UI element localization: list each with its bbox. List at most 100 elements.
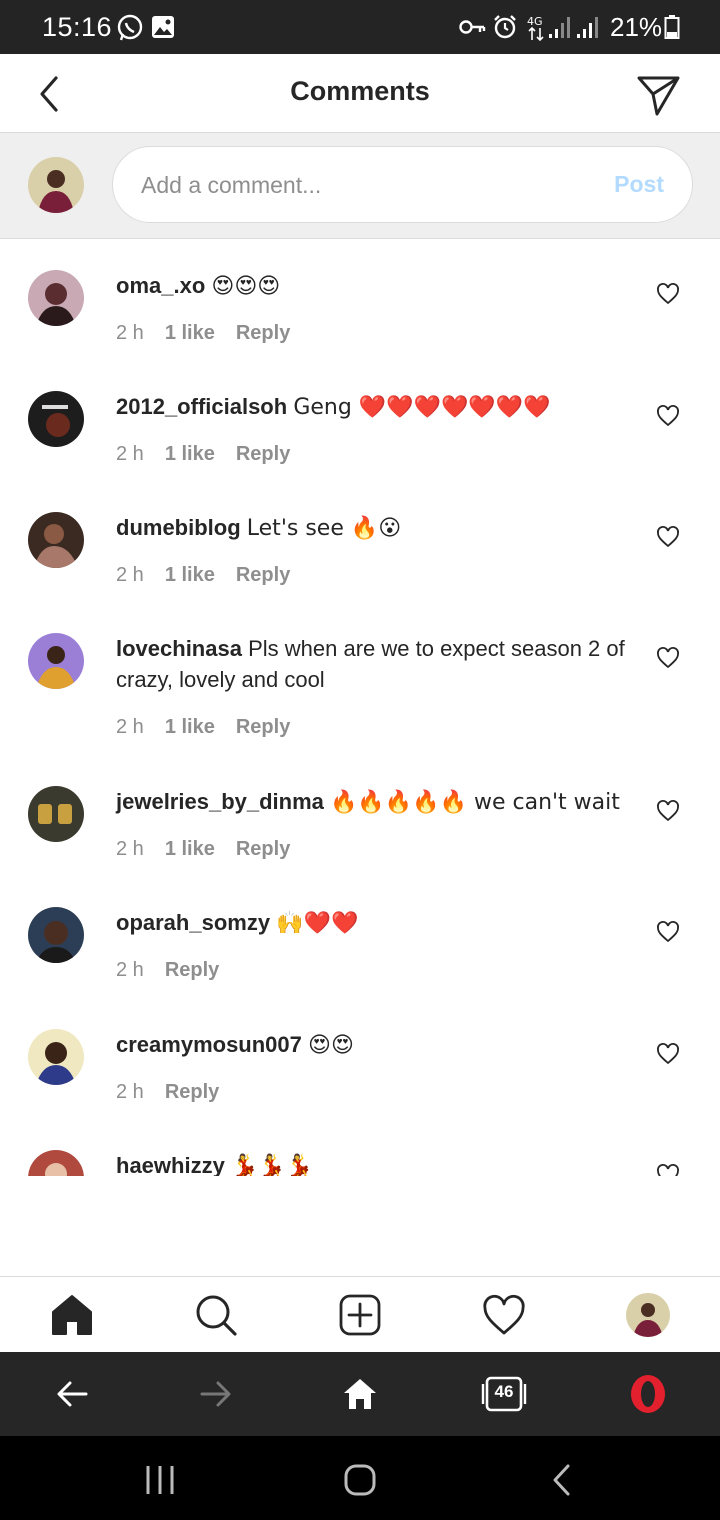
comment-username[interactable]: creamymosun007 (116, 1032, 302, 1057)
like-heart-icon[interactable] (656, 920, 680, 944)
browser-back-icon[interactable] (50, 1372, 94, 1416)
comment-field[interactable]: Post (112, 146, 693, 223)
page-title: Comments (290, 76, 430, 106)
comment-avatar[interactable] (28, 270, 84, 326)
comment-avatar[interactable] (28, 391, 84, 447)
system-home-icon[interactable] (340, 1460, 380, 1500)
comment-likes[interactable]: 1 like (165, 838, 215, 861)
comment-age: 2 h (116, 716, 144, 738)
comment-meta: 2 h 1 like Reply (116, 716, 290, 739)
comment-meta: 2 h Reply (116, 959, 219, 982)
comment-input[interactable] (141, 167, 571, 203)
reply-button[interactable]: Reply (236, 838, 290, 861)
tabs-count: 46 (494, 1382, 514, 1401)
browser-toolbar: 46 (0, 1352, 720, 1436)
comment-avatar[interactable] (28, 786, 84, 842)
alarm-icon (494, 15, 516, 39)
browser-home-icon[interactable] (338, 1372, 382, 1416)
profile-avatar[interactable] (626, 1293, 670, 1337)
comment-age: 2 h (116, 322, 144, 344)
opera-menu-icon[interactable] (626, 1372, 670, 1416)
comment-body: oma_.xo 😍😍😍 (116, 270, 636, 302)
comment-username[interactable]: 2012_officialsoh (116, 394, 287, 419)
comment-age: 2 h (116, 959, 144, 981)
status-time: 15:16 (42, 12, 113, 42)
comment-meta: 2 h 1 like Reply (116, 838, 290, 861)
status-bar: 15:16 4G 21% (0, 0, 720, 54)
comment-text: Let's see 🔥😮 (246, 516, 402, 541)
svg-text:4G: 4G (527, 15, 543, 28)
activity-heart-icon[interactable] (482, 1293, 526, 1337)
like-heart-icon[interactable] (656, 799, 680, 823)
like-heart-icon[interactable] (656, 1163, 680, 1176)
comment-text: Geng ❤️❤️❤️❤️❤️❤️❤️ (293, 395, 551, 420)
whatsapp-icon (117, 14, 143, 41)
comment-meta: 2 h 1 like Reply (116, 564, 290, 587)
comment-text: 🔥🔥🔥🔥🔥 we can't wait (330, 790, 620, 815)
comment-username[interactable]: haewhizzy (116, 1153, 225, 1176)
reply-button[interactable]: Reply (236, 322, 290, 345)
comment-body: haewhizzy 💃💃💃 (116, 1150, 636, 1176)
comment-username[interactable]: oma_.xo (116, 273, 205, 298)
comments-list[interactable]: oma_.xo 😍😍😍 2 h 1 like Reply 2012_offici… (0, 240, 720, 1176)
comment-likes[interactable]: 1 like (165, 564, 215, 587)
signal-icon-2 (577, 17, 598, 38)
comment-meta: 2 h Reply (116, 1081, 219, 1104)
comment-username[interactable]: lovechinasa (116, 636, 242, 661)
comment-age: 2 h (116, 1081, 144, 1103)
comment-composer: Post (0, 133, 720, 239)
comment-text: 🙌❤️❤️ (276, 911, 359, 936)
own-avatar[interactable] (28, 157, 84, 213)
bottom-tab-bar (0, 1276, 720, 1352)
like-heart-icon[interactable] (656, 404, 680, 428)
signal-icon (549, 17, 570, 38)
comment-age: 2 h (116, 443, 144, 465)
4g-icon: 4G (527, 15, 544, 42)
battery-percent: 21% (610, 12, 663, 42)
comments-header: Comments (0, 54, 720, 133)
comment-meta: 2 h 1 like Reply (116, 443, 290, 466)
recent-apps-icon[interactable] (140, 1460, 180, 1500)
comment-username[interactable]: oparah_somzy (116, 910, 270, 935)
post-button[interactable]: Post (614, 171, 664, 198)
comment-body: lovechinasa Pls when are we to expect se… (116, 633, 636, 695)
reply-button[interactable]: Reply (236, 564, 290, 587)
like-heart-icon[interactable] (656, 525, 680, 549)
battery-icon (664, 15, 680, 39)
like-heart-icon[interactable] (656, 646, 680, 670)
new-post-icon[interactable] (338, 1293, 382, 1337)
browser-forward-icon[interactable] (194, 1372, 238, 1416)
like-heart-icon[interactable] (656, 1042, 680, 1066)
home-icon[interactable] (50, 1293, 94, 1337)
comment-age: 2 h (116, 564, 144, 586)
send-direct-icon[interactable] (634, 70, 682, 118)
comment-likes[interactable]: 1 like (165, 716, 215, 739)
comment-body: dumebiblog Let's see 🔥😮 (116, 512, 636, 544)
comment-likes[interactable]: 1 like (165, 443, 215, 466)
tabs-button[interactable]: 46 (481, 1372, 527, 1416)
like-heart-icon[interactable] (656, 282, 680, 306)
comment-body: creamymosun007 😍😍 (116, 1029, 636, 1061)
reply-button[interactable]: Reply (165, 959, 219, 982)
search-icon[interactable] (194, 1293, 238, 1337)
comment-avatar[interactable] (28, 1029, 84, 1085)
system-back-icon[interactable] (542, 1460, 582, 1500)
comment-avatar[interactable] (28, 512, 84, 568)
comment-avatar[interactable] (28, 633, 84, 689)
comment-body: oparah_somzy 🙌❤️❤️ (116, 907, 636, 939)
reply-button[interactable]: Reply (165, 1081, 219, 1104)
vpn-key-icon (459, 20, 486, 34)
comment-avatar[interactable] (28, 907, 84, 963)
comment-likes[interactable]: 1 like (165, 322, 215, 345)
comment-body: 2012_officialsoh Geng ❤️❤️❤️❤️❤️❤️❤️ (116, 391, 636, 423)
comment-text: 😍😍😍 (211, 274, 281, 299)
comment-username[interactable]: dumebiblog (116, 515, 241, 540)
comment-body: jewelries_by_dinma 🔥🔥🔥🔥🔥 we can't wait (116, 786, 646, 818)
reply-button[interactable]: Reply (236, 716, 290, 739)
comment-username[interactable]: jewelries_by_dinma (116, 789, 324, 814)
reply-button[interactable]: Reply (236, 443, 290, 466)
comment-meta: 2 h 1 like Reply (116, 322, 290, 345)
comment-avatar[interactable] (28, 1150, 84, 1176)
comment-age: 2 h (116, 838, 144, 860)
comment-text: 😍😍 (308, 1033, 354, 1058)
